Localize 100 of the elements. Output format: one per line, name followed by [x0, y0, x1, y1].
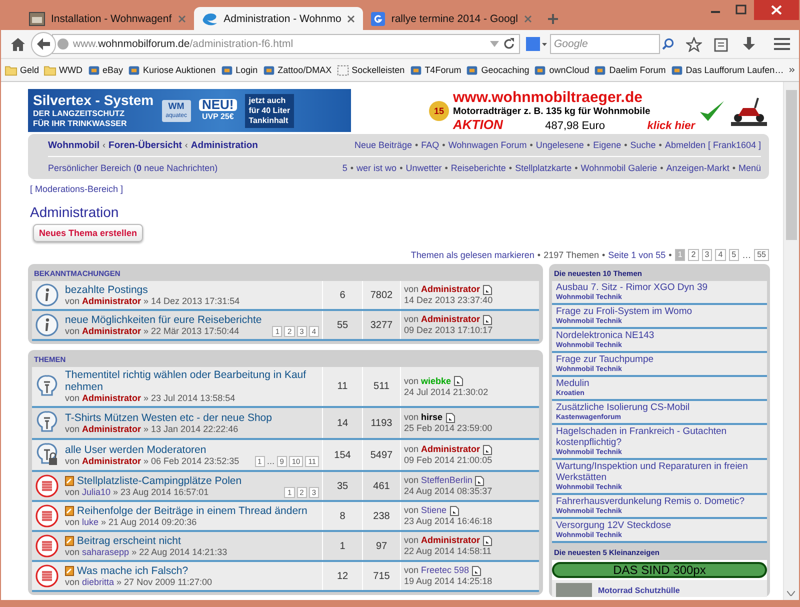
- bookmark-item[interactable]: T4Forum: [410, 64, 462, 76]
- chevron-icon[interactable]: [788, 66, 795, 74]
- bookmark-item[interactable]: ownCloud: [534, 64, 590, 76]
- search-field[interactable]: Google: [550, 34, 660, 54]
- author-link[interactable]: Administrator: [82, 424, 142, 434]
- new-post-icon[interactable]: [65, 566, 74, 576]
- bookmark-item[interactable]: Geld: [5, 64, 40, 76]
- page-link[interactable]: 55: [754, 249, 769, 261]
- author-link[interactable]: Freetec 598: [421, 565, 470, 575]
- close-icon[interactable]: [754, 0, 799, 20]
- breadcrumb-link[interactable]: Administration: [190, 140, 258, 150]
- nav-link[interactable]: Unwetter: [406, 163, 442, 173]
- recent-topic-link[interactable]: Frage zur Tauchpumpe: [556, 354, 763, 365]
- page-link[interactable]: 4: [715, 249, 726, 261]
- author-link[interactable]: Administrator: [82, 296, 142, 306]
- author-link[interactable]: Administrator: [421, 314, 480, 324]
- page-link[interactable]: 2: [688, 249, 699, 261]
- nav-link[interactable]: FAQ: [421, 140, 440, 150]
- nav-link[interactable]: Wohnmobil Galerie: [580, 163, 658, 173]
- topic-link[interactable]: Reihenfolge der Beiträge in einem Thread ändern: [77, 504, 308, 516]
- personal-area-link[interactable]: Persönlicher Bereich (0 neue Nachrichten): [48, 163, 218, 173]
- banner-placeholder[interactable]: DAS SIND 300px: [552, 562, 767, 578]
- nav-link[interactable]: 5: [342, 163, 348, 173]
- scrollbar-thumb[interactable]: [786, 90, 797, 240]
- recent-topic-link[interactable]: Fahrerhausverdunkelung Remis o. Dometic?: [556, 496, 763, 507]
- recent-topic-link[interactable]: Ausbau 7. Sitz - Rimor XGO Dyn 39: [556, 282, 763, 293]
- recent-topic-link[interactable]: Frage zu Froli-System im Womo: [556, 306, 763, 317]
- clipboard-icon[interactable]: [714, 36, 728, 52]
- reload-icon[interactable]: [503, 38, 515, 50]
- topic-link[interactable]: Was mache ich Falsch?: [77, 564, 188, 576]
- bookmark-item[interactable]: Geocaching: [466, 64, 530, 76]
- recent-topic-link[interactable]: Nordelektronica NE143: [556, 330, 763, 341]
- home-icon[interactable]: [11, 38, 25, 50]
- new-tab-icon[interactable]: [548, 14, 558, 24]
- new-post-icon[interactable]: [65, 536, 74, 546]
- nav-link[interactable]: Abmelden [ Frank1604 ]: [664, 140, 761, 150]
- author-link[interactable]: Administrator: [421, 444, 480, 454]
- topic-link[interactable]: Stellplatzliste-Campingplätze Polen: [77, 474, 242, 486]
- topic-link[interactable]: Thementitel richtig wählen oder Bearbeitung in Kauf nehmen: [65, 369, 319, 393]
- author-link[interactable]: hirse: [421, 412, 443, 422]
- nav-link[interactable]: Neue Beiträge: [354, 140, 412, 150]
- view-post-icon[interactable]: [454, 376, 464, 386]
- view-post-icon[interactable]: [483, 536, 492, 546]
- author-link[interactable]: Administrator: [82, 326, 142, 336]
- nav-link[interactable]: Menü: [738, 163, 761, 173]
- bookmark-item[interactable]: eBay: [88, 64, 124, 76]
- breadcrumb-link[interactable]: Wohnmobil: [48, 140, 100, 150]
- bookmark-item[interactable]: Das Laufforum Laufen…: [670, 64, 784, 76]
- topic-link[interactable]: bezahlte Postings: [65, 284, 148, 296]
- scroll-down-icon[interactable]: [787, 591, 795, 596]
- download-icon[interactable]: [742, 36, 756, 52]
- advertisement-banner[interactable]: 15 www.wohnmobiltraeger.de Motorradträger z. B. 135 kg für Wohnmobile AKTION 487,98 Euro klick hier: [429, 89, 769, 132]
- bookmark-item[interactable]: Daelim Forum: [594, 64, 666, 76]
- view-post-icon[interactable]: [483, 314, 492, 324]
- nav-link[interactable]: Ungelesene: [536, 140, 584, 150]
- browser-tab[interactable]: Installation - Wohnwagenf: [21, 7, 194, 30]
- view-post-icon[interactable]: [450, 506, 459, 516]
- view-post-icon[interactable]: [483, 444, 492, 454]
- new-topic-button[interactable]: Neues Thema erstellen: [33, 224, 144, 242]
- author-link[interactable]: Administrator: [82, 393, 142, 403]
- topic-link[interactable]: neue Möglichkeiten für eure Reiseberichte: [65, 314, 262, 326]
- topic-link[interactable]: T-Shirts Mützen Westen etc - der neue Shop: [65, 412, 272, 424]
- author-link[interactable]: luke: [82, 516, 99, 526]
- author-link[interactable]: Stiene: [421, 505, 447, 515]
- recent-topic-link[interactable]: Hagelschaden in Frankreich - Gutachten kostenpflichtig?: [556, 426, 763, 448]
- page-link[interactable]: 5: [728, 249, 740, 261]
- view-post-icon[interactable]: [475, 476, 484, 486]
- view-post-icon[interactable]: [483, 284, 492, 294]
- recent-topic-link[interactable]: Versorgung 12V Steckdose: [556, 520, 763, 531]
- topic-link[interactable]: alle User werden Moderatoren: [65, 444, 206, 456]
- recent-topic-link[interactable]: Wartung/Inspektion und Reparaturen in freien Werkstätten: [556, 461, 763, 483]
- browser-tab[interactable]: rallye termine 2014 - Googl: [363, 7, 540, 30]
- search-engine-icon[interactable]: [526, 37, 548, 51]
- bookmark-item[interactable]: Sockelleisten: [336, 64, 405, 76]
- new-post-icon[interactable]: [65, 476, 74, 486]
- close-icon[interactable]: [347, 14, 356, 22]
- breadcrumb-link[interactable]: Foren-Übersicht: [108, 140, 182, 150]
- back-button[interactable]: [31, 32, 56, 56]
- author-link[interactable]: Administrator: [421, 284, 480, 294]
- search-icon[interactable]: [662, 38, 674, 50]
- author-link[interactable]: Administrator: [82, 456, 142, 466]
- nav-link[interactable]: Anzeigen-Markt: [666, 163, 730, 173]
- menu-icon[interactable]: [774, 37, 790, 51]
- mark-read-link[interactable]: Themen als gelesen markieren: [410, 250, 534, 260]
- bookmark-item[interactable]: Login: [220, 64, 258, 76]
- recent-topic-link[interactable]: Medulin: [556, 378, 763, 389]
- nav-link[interactable]: Wohnwagen Forum: [448, 140, 527, 150]
- view-post-icon[interactable]: [472, 566, 482, 576]
- topic-link[interactable]: Beitrag erscheint nicht: [77, 534, 181, 546]
- nav-link[interactable]: Reiseberichte: [450, 163, 506, 173]
- star-icon[interactable]: [686, 36, 702, 52]
- nav-link[interactable]: Eigene: [593, 140, 622, 150]
- author-link[interactable]: saharasepp: [82, 546, 130, 556]
- author-link[interactable]: Julia10: [82, 486, 111, 496]
- moderation-link[interactable]: [ Moderations-Bereich ]: [30, 184, 124, 194]
- page-link[interactable]: 3: [702, 249, 712, 261]
- bookmark-item[interactable]: Zattoo/DMAX: [262, 64, 332, 76]
- author-link[interactable]: SteffenBerlin: [421, 475, 472, 485]
- browser-tab[interactable]: Administration - Wohnmo: [194, 7, 364, 30]
- new-post-icon[interactable]: [65, 506, 74, 516]
